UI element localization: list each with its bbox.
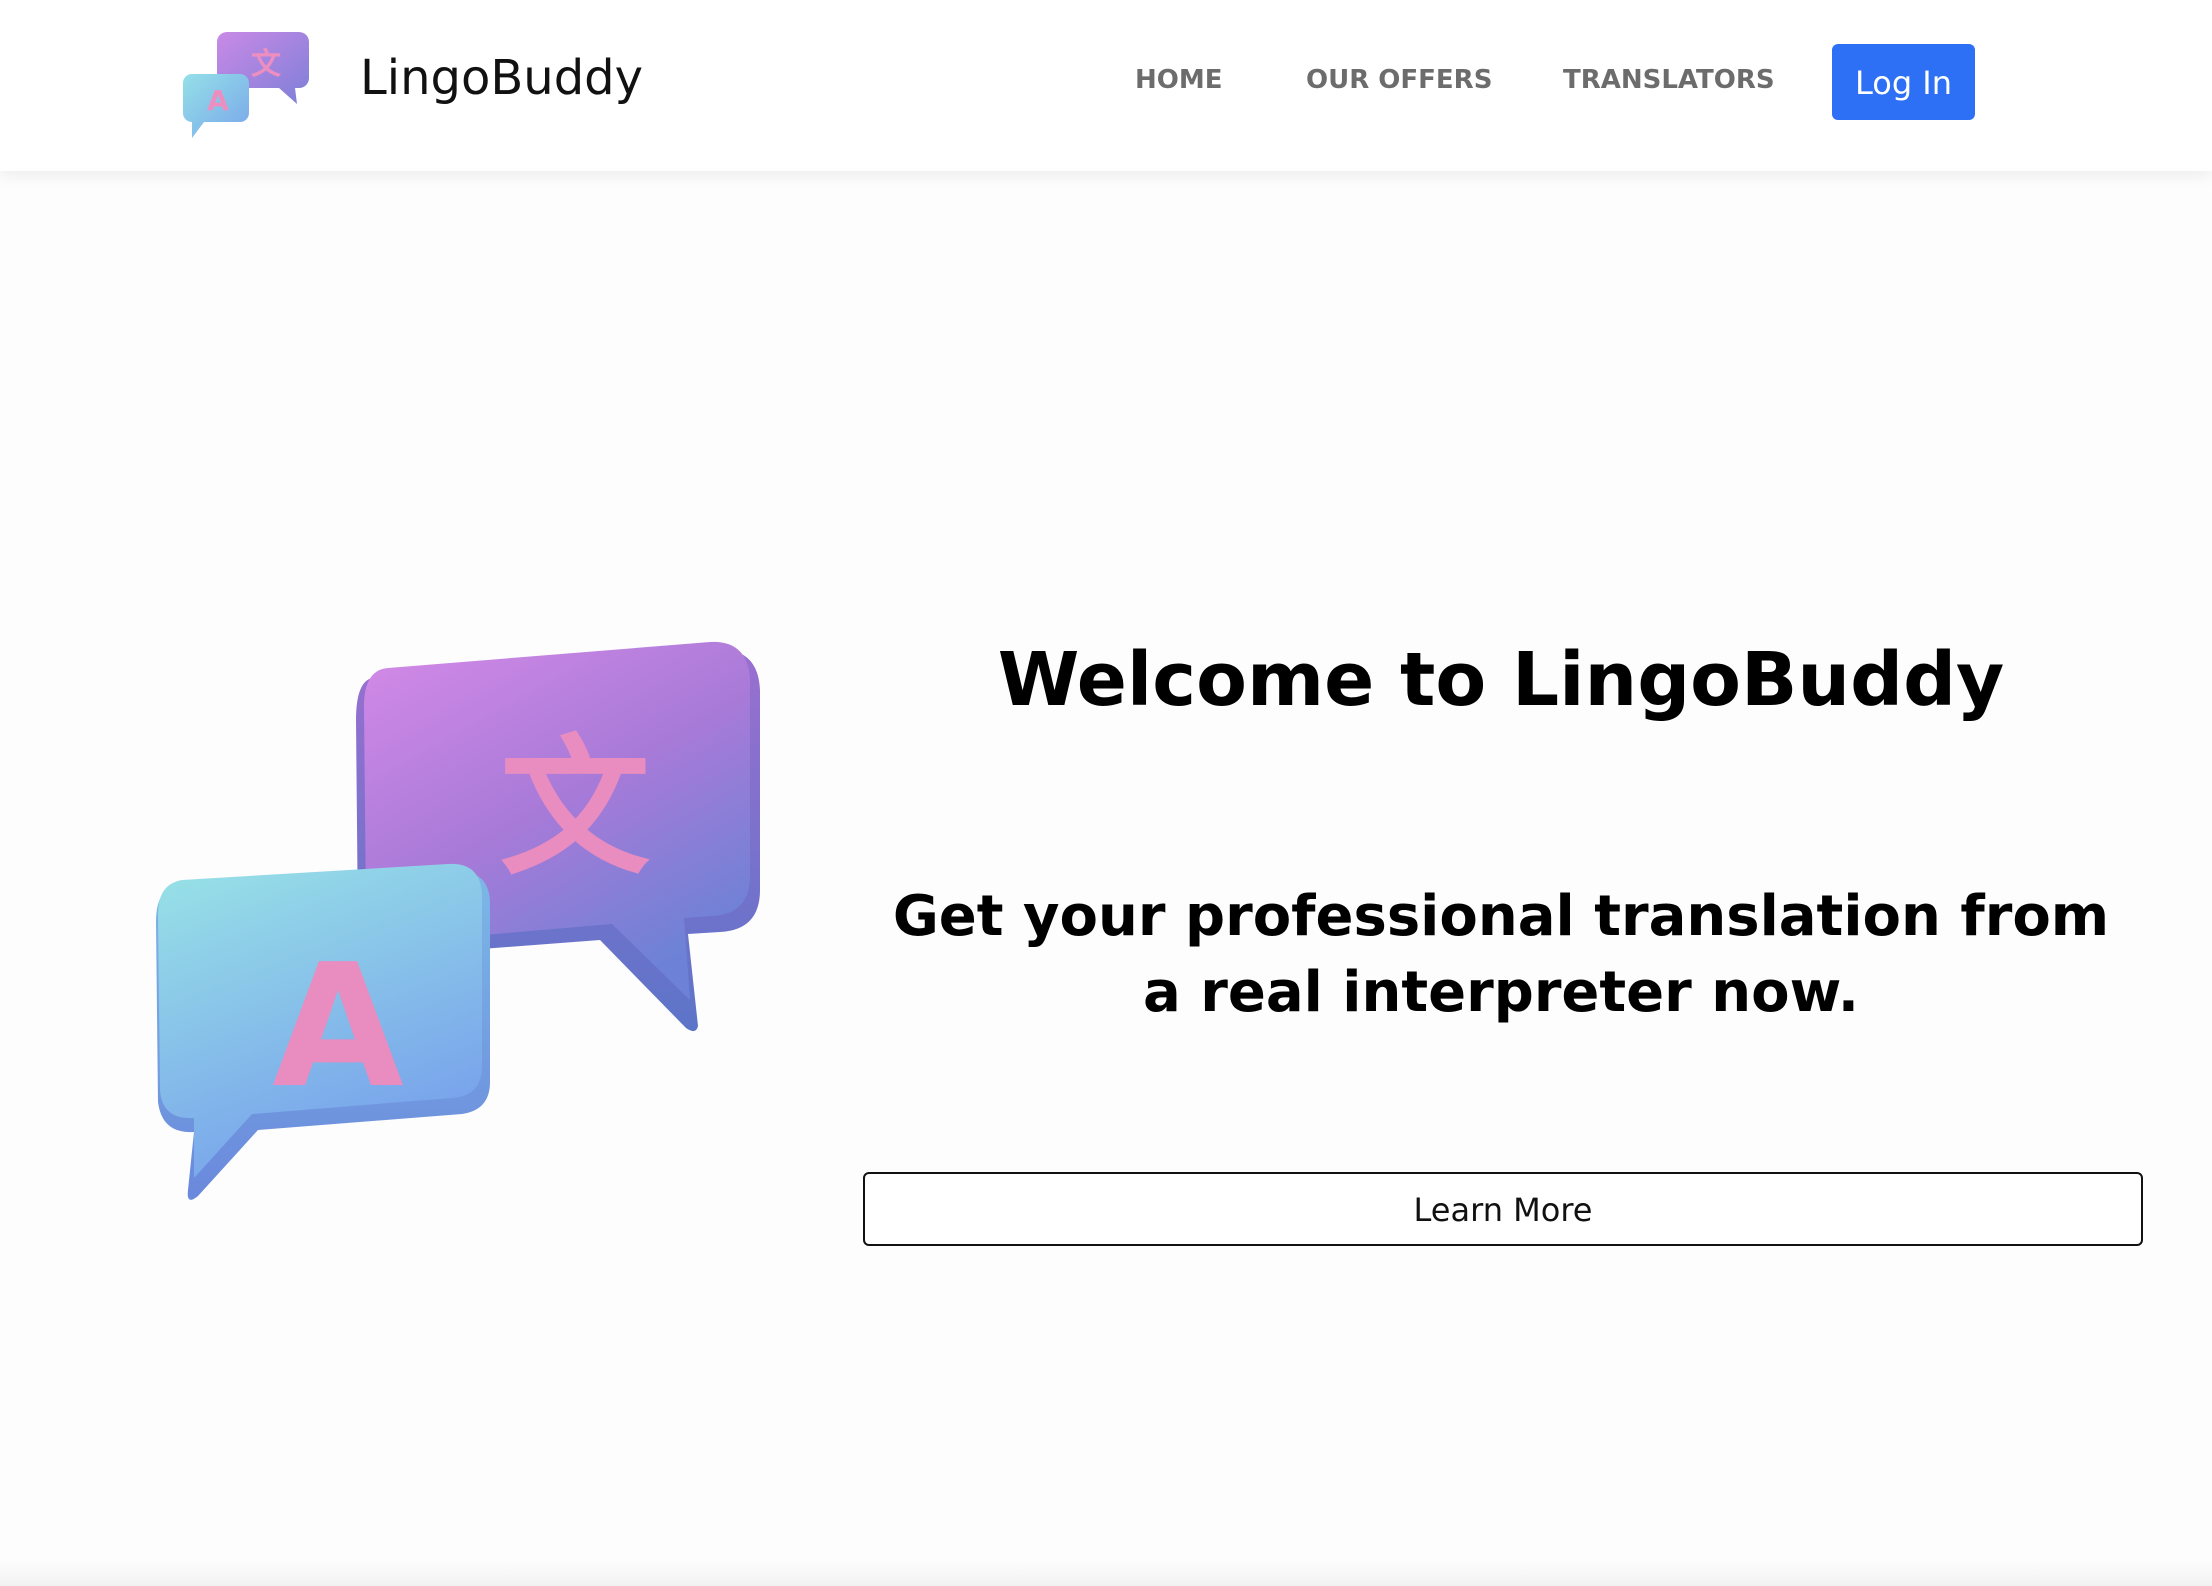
footer-edge [0,1560,2212,1586]
login-button[interactable]: Log In [1832,44,1975,120]
nav-home-link[interactable]: HOME [1135,62,1223,98]
translate-bubbles-illustration: 文 A [156,641,760,1200]
brand-name[interactable]: LingoBuddy [360,48,643,108]
svg-text:A: A [207,84,229,117]
hero-title: Welcome to LingoBuddy [997,636,2005,723]
svg-text:文: 文 [500,722,650,896]
nav-translators-link[interactable]: TRANSLATORS [1563,62,1775,98]
hero-subtitle: Get your professional translation from a… [892,884,2110,1025]
svg-text:A: A [272,928,404,1126]
translate-bubbles-icon[interactable]: 文 A [182,26,312,142]
svg-text:文: 文 [251,47,281,82]
top-navbar: 文 A LingoBuddy HOME OUR OFFERS TRANSLATO… [0,0,2212,171]
nav-our-offers-link[interactable]: OUR OFFERS [1306,62,1492,98]
learn-more-button[interactable]: Learn More [863,1172,2143,1246]
